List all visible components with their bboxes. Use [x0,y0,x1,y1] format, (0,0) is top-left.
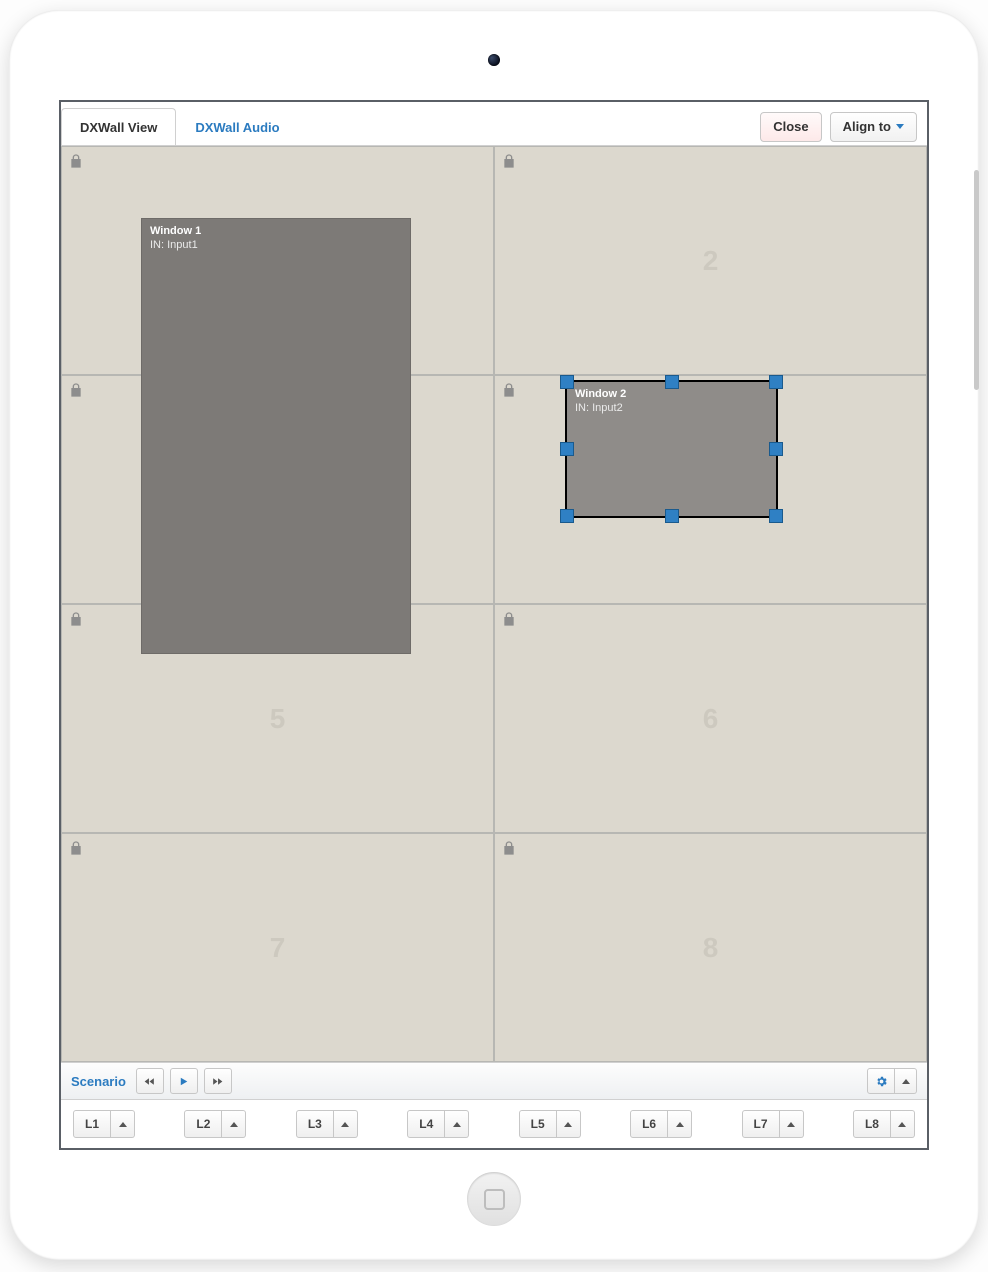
lock-icon [68,611,84,627]
window-2[interactable]: Window 2 IN: Input2 [565,380,778,518]
resize-handle-w[interactable] [560,442,574,456]
resize-handle-se[interactable] [769,509,783,523]
lock-icon [68,382,84,398]
resize-handle-nw[interactable] [560,375,574,389]
resize-handle-n[interactable] [665,375,679,389]
layer-dropdown[interactable] [445,1110,469,1138]
triangle-up-icon [787,1122,795,1127]
triangle-up-icon [902,1079,910,1084]
caret-down-icon [896,124,904,129]
align-to-label: Align to [843,119,891,134]
layer-dropdown[interactable] [557,1110,581,1138]
fast-forward-icon [211,1075,224,1088]
gear-icon [875,1075,888,1088]
settings-dropdown-button[interactable] [895,1068,917,1094]
layer-label[interactable]: L7 [742,1110,780,1138]
window-input-label: IN: Input2 [567,400,776,416]
triangle-up-icon [898,1122,906,1127]
grid-cell[interactable]: 2 [494,146,927,375]
resize-handle-e[interactable] [769,442,783,456]
resize-handle-sw[interactable] [560,509,574,523]
layer-dropdown[interactable] [222,1110,246,1138]
layer-button-l5[interactable]: L5 [519,1110,581,1138]
app-screen: DXWall View DXWall Audio Close Align to … [59,100,929,1150]
lock-icon [68,153,84,169]
cell-number: 5 [270,703,286,735]
layers-toolbar: L1 L2 L3 L4 L5 L6 [61,1100,927,1148]
tab-strip: DXWall View DXWall Audio [61,108,299,145]
lock-icon [501,153,517,169]
lock-icon [501,382,517,398]
tablet-camera-icon [488,54,500,66]
scenario-rewind-button[interactable] [136,1068,164,1094]
layer-button-l7[interactable]: L7 [742,1110,804,1138]
lock-icon [501,840,517,856]
layer-dropdown[interactable] [111,1110,135,1138]
scenario-label: Scenario [71,1074,126,1089]
scrollbar-indicator[interactable] [974,170,979,390]
layer-button-l8[interactable]: L8 [853,1110,915,1138]
layer-dropdown[interactable] [780,1110,804,1138]
window-1[interactable]: Window 1 IN: Input1 [141,218,411,654]
resize-handle-s[interactable] [665,509,679,523]
align-to-dropdown[interactable]: Align to [830,112,917,142]
tab-dxwall-audio[interactable]: DXWall Audio [176,108,298,145]
layer-dropdown[interactable] [668,1110,692,1138]
layer-label[interactable]: L4 [407,1110,445,1138]
close-button[interactable]: Close [760,112,821,142]
cell-number: 6 [703,703,719,735]
tab-dxwall-view[interactable]: DXWall View [61,108,176,145]
settings-button[interactable] [867,1068,895,1094]
grid-cell[interactable]: 7 [61,833,494,1062]
layer-label[interactable]: L8 [853,1110,891,1138]
layer-button-l3[interactable]: L3 [296,1110,358,1138]
canvas-area[interactable]: 1 2 3 4 5 [61,146,927,1062]
triangle-up-icon [676,1122,684,1127]
triangle-up-icon [230,1122,238,1127]
layer-label[interactable]: L3 [296,1110,334,1138]
cell-number: 8 [703,932,719,964]
layer-button-l6[interactable]: L6 [630,1110,692,1138]
window-title: Window 1 [142,219,410,237]
scenario-play-button[interactable] [170,1068,198,1094]
top-toolbar: DXWall View DXWall Audio Close Align to [61,102,927,146]
triangle-up-icon [341,1122,349,1127]
layer-button-l4[interactable]: L4 [407,1110,469,1138]
play-icon [177,1075,190,1088]
grid-cell[interactable]: 8 [494,833,927,1062]
scenario-toolbar: Scenario [61,1062,927,1100]
tablet-frame: DXWall View DXWall Audio Close Align to … [9,10,979,1260]
layer-label[interactable]: L5 [519,1110,557,1138]
layer-dropdown[interactable] [891,1110,915,1138]
layer-label[interactable]: L1 [73,1110,111,1138]
triangle-up-icon [119,1122,127,1127]
layer-button-l2[interactable]: L2 [184,1110,246,1138]
layer-dropdown[interactable] [334,1110,358,1138]
window-input-label: IN: Input1 [142,237,410,253]
layer-label[interactable]: L6 [630,1110,668,1138]
resize-handle-ne[interactable] [769,375,783,389]
lock-icon [501,611,517,627]
cell-number: 2 [703,245,719,277]
layer-button-l1[interactable]: L1 [73,1110,135,1138]
triangle-up-icon [564,1122,572,1127]
tablet-home-button[interactable] [467,1172,521,1226]
layer-label[interactable]: L2 [184,1110,222,1138]
lock-icon [68,840,84,856]
grid-cell[interactable]: 6 [494,604,927,833]
scenario-forward-button[interactable] [204,1068,232,1094]
cell-number: 7 [270,932,286,964]
rewind-icon [143,1075,156,1088]
triangle-up-icon [453,1122,461,1127]
